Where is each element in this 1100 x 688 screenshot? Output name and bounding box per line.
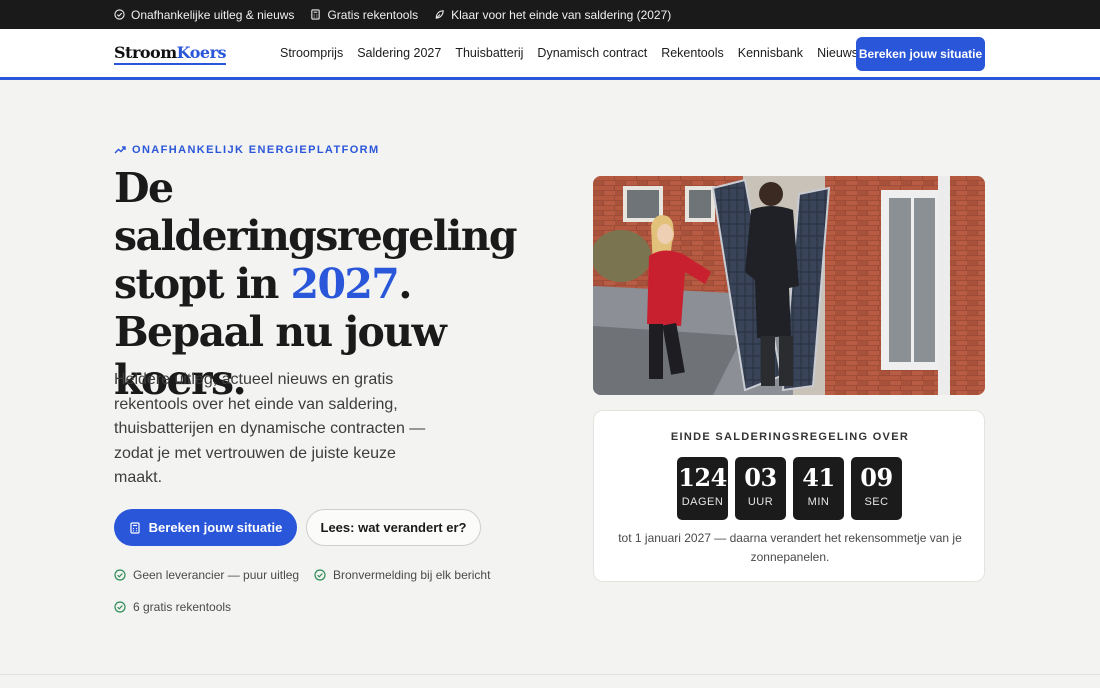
countdown-note: tot 1 januari 2027 — daarna verandert he…	[618, 531, 962, 564]
nav-link-dynamisch-contract[interactable]: Dynamisch contract	[537, 46, 647, 60]
check-circle-icon	[114, 569, 126, 581]
leaf-icon	[435, 10, 444, 19]
nav-link-nieuws[interactable]: Nieuws	[817, 46, 858, 60]
shield-check-icon	[114, 9, 125, 20]
hero-eyebrow: ONAFHANKELIJK ENERGIEPLATFORM	[114, 144, 380, 156]
countdown-title: EINDE SALDERINGSREGELING OVER	[670, 431, 910, 443]
main-navigation: StroomKoers Stroomprijs Saldering 2027 T…	[0, 29, 1100, 80]
countdown-minutes: 41 MIN	[793, 457, 844, 520]
nav-link-rekentools[interactable]: Rekentools	[661, 46, 724, 60]
hero-read-more-button[interactable]: Lees: wat verandert er?	[306, 509, 481, 546]
logo-text-stroom: Stroom	[114, 43, 177, 62]
countdown-seconds: 09 SEC	[851, 457, 902, 520]
hero-calculate-label: Bereken jouw situatie	[148, 520, 283, 535]
logo[interactable]: StroomKoers	[114, 43, 227, 65]
topbar-item-label: Klaar voor het einde van saldering (2027…	[451, 7, 672, 22]
countdown-seconds-value: 09	[860, 463, 893, 492]
nav-link-thuisbatterij[interactable]: Thuisbatterij	[455, 46, 523, 60]
logo-text-koers: Koers	[176, 43, 227, 62]
topbar-item-independent: Onafhankelijke uitleg & nieuws	[114, 8, 294, 22]
countdown-days: 124 DAGEN	[677, 457, 728, 520]
nav-link-stroomprijs[interactable]: Stroomprijs	[280, 46, 343, 60]
hero-photo-solar-installers	[593, 176, 985, 395]
check-item-label: 6 gratis rekentools	[133, 600, 232, 614]
check-circle-icon	[114, 601, 126, 613]
topbar-item-label: Onafhankelijke uitleg & nieuws	[131, 7, 295, 22]
topbar-item-label: Gratis rekentools	[327, 7, 419, 22]
countdown-hours-value: 03	[744, 463, 777, 492]
check-item-no-supplier: Geen leverancier — puur uitleg	[114, 568, 299, 582]
check-item-label: Geen leverancier — puur uitleg	[133, 568, 300, 582]
headline-accent-year: 2027	[290, 260, 400, 308]
countdown-hours-label: UUR	[747, 496, 774, 508]
nav-links: Stroomprijs Saldering 2027 Thuisbatterij…	[280, 46, 872, 60]
check-item-label: Bronvermelding bij elk bericht	[333, 568, 491, 582]
eyebrow-text: ONAFHANKELIJK ENERGIEPLATFORM	[132, 144, 380, 156]
countdown-minutes-value: 41	[802, 463, 835, 492]
nav-link-saldering-2027[interactable]: Saldering 2027	[357, 46, 441, 60]
top-info-bar: Onafhankelijke uitleg & nieuws Gratis re…	[0, 0, 1100, 29]
topbar-item-tools: Gratis rekentools	[310, 8, 418, 22]
hero-calculate-button[interactable]: Bereken jouw situatie	[114, 509, 297, 546]
countdown-hours: 03 UUR	[735, 457, 786, 520]
nav-link-kennisbank[interactable]: Kennisbank	[738, 46, 803, 60]
section-divider	[0, 674, 1100, 675]
check-circle-icon	[314, 569, 326, 581]
topbar-item-ready: Klaar voor het einde van saldering (2027…	[434, 8, 671, 22]
calculator-icon	[130, 521, 140, 534]
check-item-sources: Bronvermelding bij elk bericht	[314, 568, 490, 582]
calculator-icon	[311, 9, 321, 20]
countdown-minutes-label: MIN	[807, 496, 830, 508]
trending-up-icon	[114, 146, 126, 154]
solar-installation-image	[593, 176, 985, 395]
countdown-days-value: 124	[678, 463, 727, 492]
hero-lede: Heldere uitleg, actueel nieuws en gratis…	[114, 371, 426, 486]
nav-calculate-button[interactable]: Bereken jouw situatie	[856, 37, 985, 71]
check-item-free-tools: 6 gratis rekentools	[114, 600, 231, 614]
countdown-days-label: DAGEN	[681, 496, 724, 508]
countdown-card: EINDE SALDERINGSREGELING OVER 124 DAGEN …	[593, 410, 985, 582]
countdown-seconds-label: SEC	[864, 496, 889, 508]
